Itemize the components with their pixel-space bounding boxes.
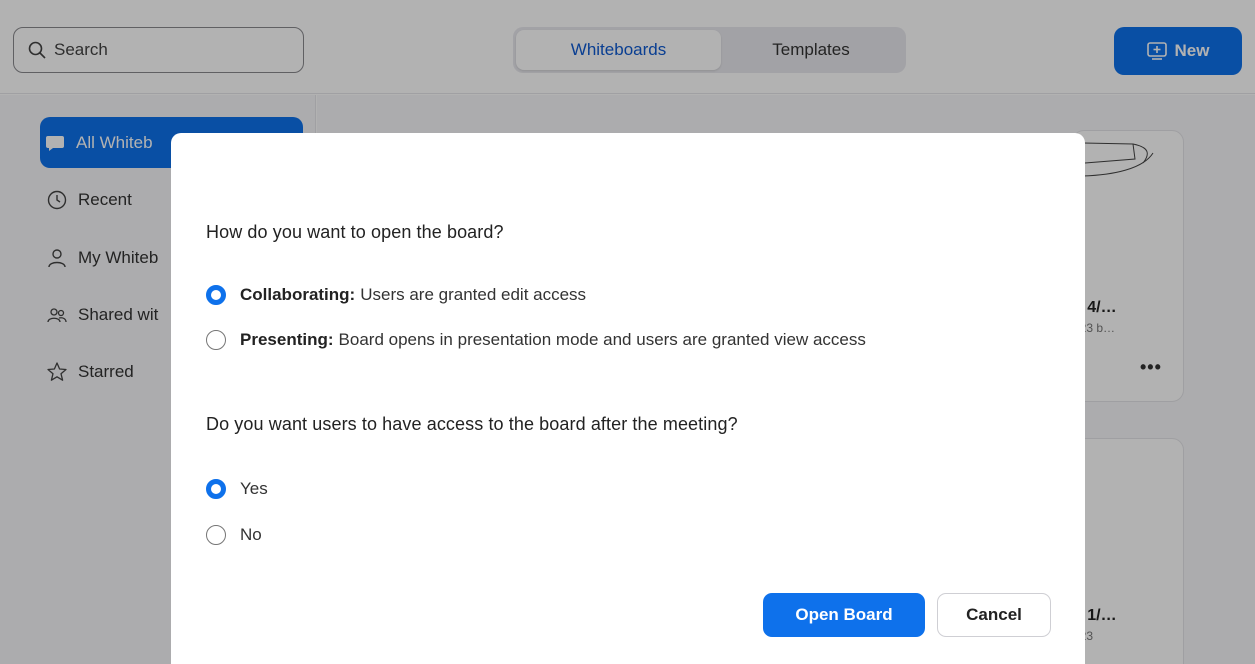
radio-no[interactable] xyxy=(206,525,226,545)
cancel-button[interactable]: Cancel xyxy=(937,593,1051,637)
option-no[interactable]: No xyxy=(206,525,262,545)
radio-collaborating[interactable] xyxy=(206,285,226,305)
option-collaborating[interactable]: Collaborating: Users are granted edit ac… xyxy=(206,285,586,305)
option-yes[interactable]: Yes xyxy=(206,479,268,499)
option-collaborating-text: Users are granted edit access xyxy=(360,285,587,304)
option-collaborating-bold: Collaborating: xyxy=(240,285,356,304)
question-post-meeting-access: Do you want users to have access to the … xyxy=(206,414,738,434)
radio-presenting[interactable] xyxy=(206,330,226,350)
radio-yes[interactable] xyxy=(206,479,226,499)
option-no-text: No xyxy=(240,525,262,544)
option-presenting-text: Board opens in presentation mode and use… xyxy=(338,330,866,349)
open-board-button[interactable]: Open Board xyxy=(763,593,925,637)
question-open-mode: How do you want to open the board? xyxy=(206,222,504,242)
open-board-dialog: How do you want to open the board? Colla… xyxy=(171,133,1085,664)
option-yes-text: Yes xyxy=(240,479,268,498)
option-presenting-bold: Presenting: xyxy=(240,330,334,349)
option-presenting[interactable]: Presenting: Board opens in presentation … xyxy=(206,330,866,350)
